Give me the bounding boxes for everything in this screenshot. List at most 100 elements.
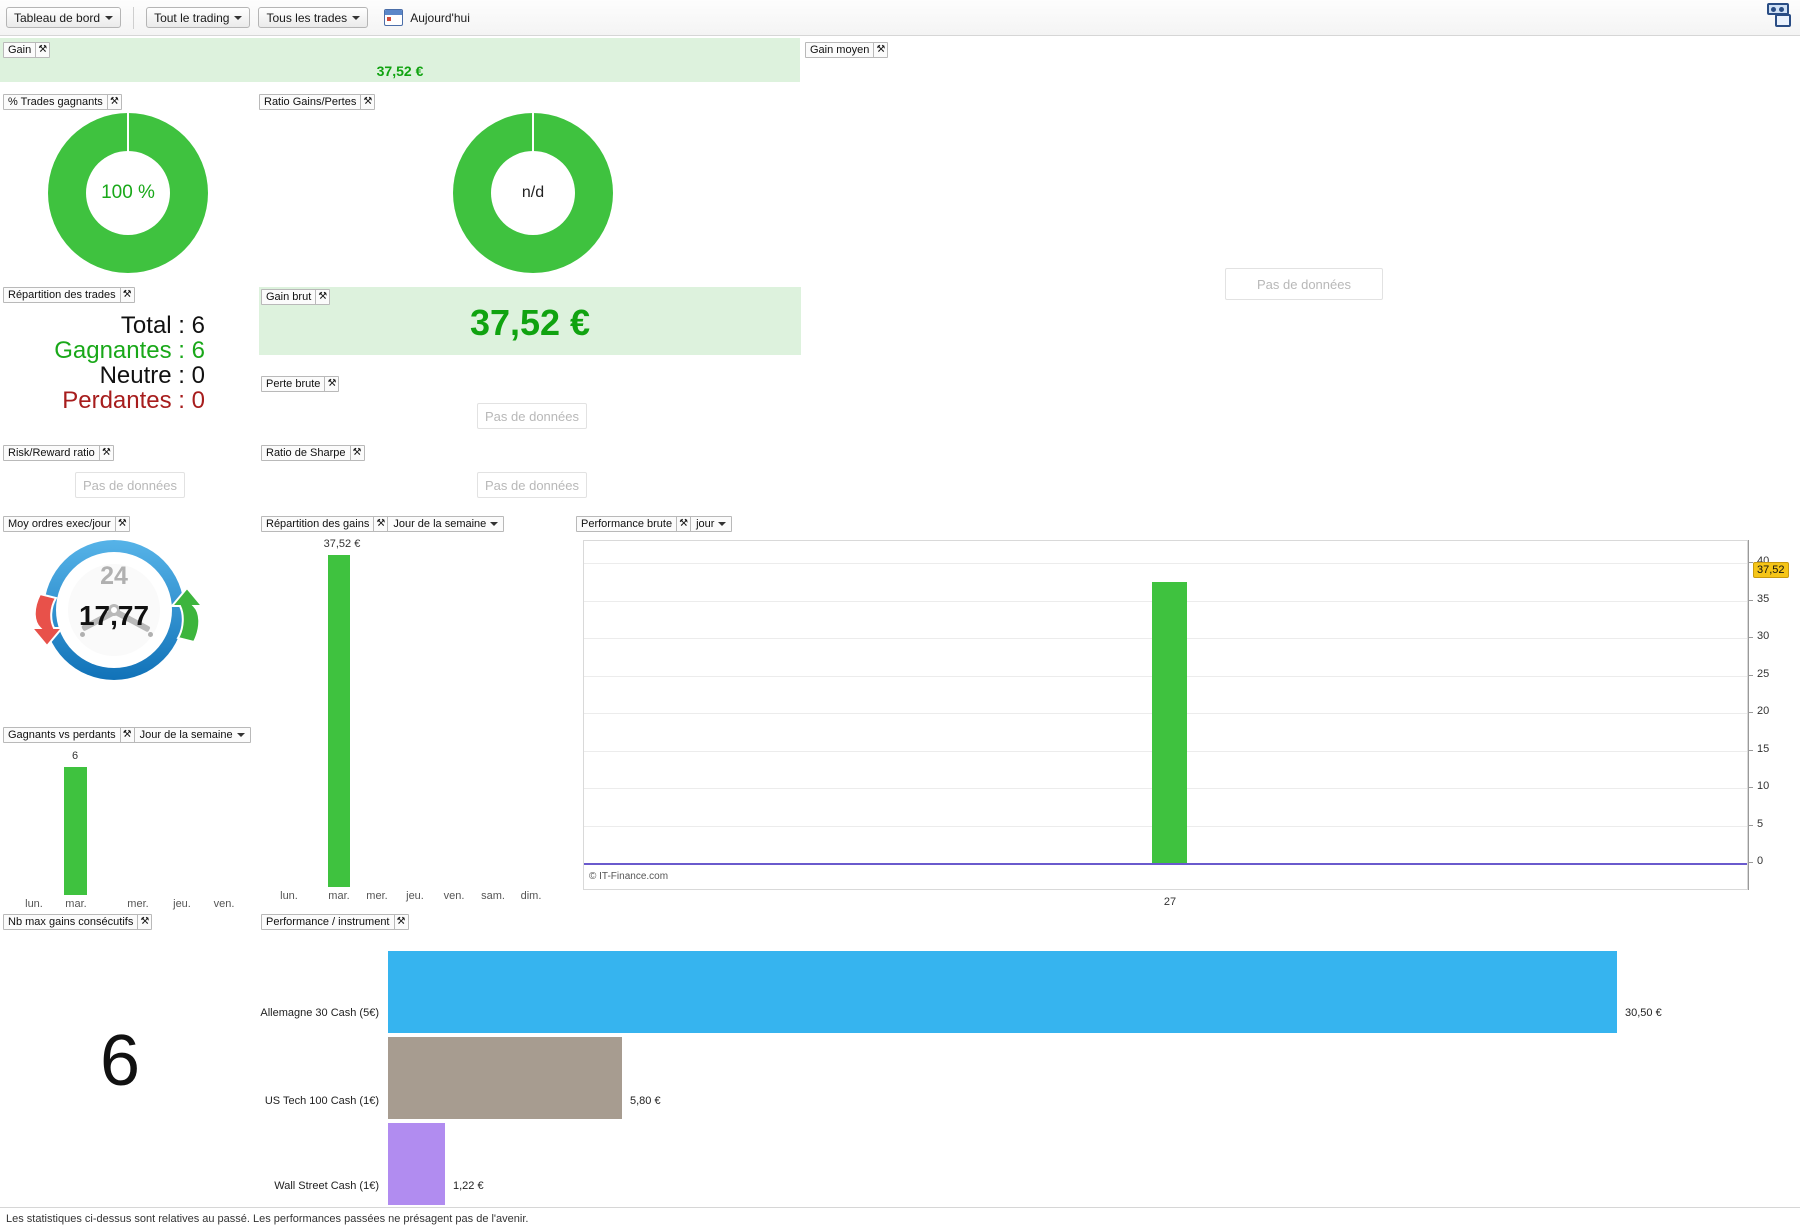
trades-filter-dropdown[interactable]: Tous les trades — [258, 7, 368, 28]
repartition-trades-list: Total : 6 Gagnantes : 6 Neutre : 0 Perda… — [0, 313, 205, 413]
x-tick-jeu: jeu. — [166, 898, 198, 910]
gridline-40 — [584, 563, 1747, 564]
y-tick-25: 25 — [1757, 668, 1769, 680]
risk-reward-no-data-label: Pas de données — [83, 478, 177, 493]
gain-panel: 37,52 € — [0, 38, 800, 82]
gagnants-vs-perdants-settings-icon[interactable]: ⚒ — [120, 728, 134, 742]
y-tick-35: 35 — [1757, 593, 1769, 605]
dashboard-dropdown[interactable]: Tableau de bord — [6, 7, 121, 28]
repartition-perdantes-label: Perdantes — [62, 387, 171, 414]
repartition-gains-panel-header: Répartition des gains ⚒ Jour de la semai… — [261, 516, 504, 532]
x-tick-mer: mer. — [361, 890, 393, 902]
ratio-gains-pertes-settings-icon[interactable]: ⚒ — [360, 95, 374, 109]
sharpe-no-data: Pas de données — [477, 472, 587, 498]
bar-mardi[interactable] — [64, 767, 87, 895]
bar-mardi[interactable] — [328, 555, 350, 887]
gagnants-vs-perdants-title: Gagnants vs perdants — [4, 728, 120, 742]
y-tick-15: 15 — [1757, 743, 1769, 755]
hbar-value-allemagne: 30,50 € — [1625, 1007, 1662, 1019]
layout-settings-icon[interactable] — [1766, 2, 1794, 30]
hbar-wallstreet[interactable] — [388, 1123, 445, 1205]
performance-brute-title: Performance brute — [577, 517, 676, 531]
repartition-row-neutre: Neutre : 0 — [0, 363, 205, 388]
ratio-gains-pertes-title: Ratio Gains/Pertes — [260, 95, 360, 109]
ratio-gains-pertes-value: n/d — [453, 113, 613, 273]
x-tick-ven: ven. — [438, 890, 470, 902]
gain-value: 37,52 € — [0, 63, 800, 79]
trading-filter-label: Tout le trading — [154, 11, 229, 25]
repartition-gains-period-dropdown[interactable]: Jour de la semaine — [387, 517, 503, 531]
moy-ordres-settings-icon[interactable]: ⚒ — [115, 517, 129, 531]
performance-brute-period-dropdown[interactable]: jour — [690, 517, 731, 531]
clock-dot-left — [80, 632, 85, 637]
gain-title: Gain — [4, 43, 35, 57]
repartition-total-value: 6 — [192, 312, 205, 339]
sharpe-no-data-label: Pas de données — [485, 478, 579, 493]
y-tickmark-25 — [1748, 675, 1753, 676]
hbar-ustech[interactable] — [388, 1037, 622, 1119]
hbar-value-wallstreet: 1,22 € — [453, 1180, 484, 1192]
repartition-perdantes-value: 0 — [192, 387, 205, 414]
perte-brute-panel-header: Perte brute ⚒ — [261, 376, 339, 392]
bar-day-27[interactable] — [1152, 582, 1187, 863]
risk-reward-no-data: Pas de données — [75, 472, 185, 498]
gain-brut-settings-icon[interactable]: ⚒ — [315, 290, 329, 304]
repartition-trades-settings-icon[interactable]: ⚒ — [120, 288, 134, 302]
perte-brute-settings-icon[interactable]: ⚒ — [324, 377, 338, 391]
footer-text: Les statistiques ci-dessus sont relative… — [6, 1213, 528, 1225]
trading-filter-dropdown[interactable]: Tout le trading — [146, 7, 250, 28]
performance-brute-settings-icon[interactable]: ⚒ — [676, 517, 690, 531]
calendar-icon — [384, 9, 403, 26]
highlight-value-badge: 37,52 — [1753, 562, 1789, 578]
y-tickmark-5 — [1748, 825, 1753, 826]
repartition-row-perdantes: Perdantes : 0 — [0, 388, 205, 413]
y-tick-20: 20 — [1757, 705, 1769, 717]
pct-winning-settings-icon[interactable]: ⚒ — [107, 95, 121, 109]
gain-moyen-no-data-label: Pas de données — [1257, 277, 1351, 292]
gagnants-vs-perdants-period-dropdown[interactable]: Jour de la semaine — [134, 728, 250, 742]
x-tick-mar: mar. — [323, 890, 355, 902]
moy-ordres-clock-gauge: 24 17,77 — [22, 540, 212, 690]
perte-brute-title: Perte brute — [262, 377, 324, 391]
gain-moyen-title: Gain moyen — [806, 43, 873, 57]
gain-moyen-panel-header: Gain moyen ⚒ — [805, 42, 888, 58]
y-tickmark-10 — [1748, 787, 1753, 788]
repartition-gains-chart: 37,52 € lun. mar. mer. jeu. ven. sam. di… — [259, 534, 549, 904]
repartition-neutre-label: Neutre — [100, 362, 172, 389]
repartition-gagnantes-label: Gagnantes — [54, 337, 171, 364]
today-button[interactable]: Aujourd'hui — [384, 9, 470, 26]
performance-instrument-panel-header: Performance / instrument ⚒ — [261, 914, 409, 930]
chart-copyright: © IT-Finance.com — [589, 871, 668, 882]
toolbar-divider — [133, 7, 134, 29]
sharpe-settings-icon[interactable]: ⚒ — [350, 446, 364, 460]
risk-reward-title: Risk/Reward ratio — [4, 446, 99, 460]
gain-brut-title: Gain brut — [262, 290, 315, 304]
chevron-down-icon — [234, 16, 242, 20]
repartition-gains-period-label: Jour de la semaine — [393, 518, 486, 530]
gain-moyen-settings-icon[interactable]: ⚒ — [873, 43, 887, 57]
repartition-neutre-value: 0 — [192, 362, 205, 389]
risk-reward-settings-icon[interactable]: ⚒ — [99, 446, 113, 460]
repartition-trades-panel-header: Répartition des trades ⚒ — [3, 287, 135, 303]
gain-panel-header: Gain ⚒ — [3, 42, 50, 58]
performance-instrument-settings-icon[interactable]: ⚒ — [394, 915, 408, 929]
hbar-allemagne[interactable] — [388, 951, 1617, 1033]
moy-ordres-panel-header: Moy ordres exec/jour ⚒ — [3, 516, 130, 532]
moy-ordres-title: Moy ordres exec/jour — [4, 517, 115, 531]
repartition-gains-settings-icon[interactable]: ⚒ — [373, 517, 387, 531]
gain-settings-icon[interactable]: ⚒ — [35, 43, 49, 57]
pct-winning-value: 100 % — [48, 113, 208, 273]
moy-ordres-value: 17,77 — [22, 600, 206, 632]
ratio-gains-pertes-panel-header: Ratio Gains/Pertes ⚒ — [259, 94, 375, 110]
nb-max-gains-settings-icon[interactable]: ⚒ — [137, 915, 151, 929]
x-tick-ven: ven. — [208, 898, 240, 910]
performance-brute-period-label: jour — [696, 518, 714, 530]
x-tick-dim: dim. — [515, 890, 547, 902]
bar-data-label: 6 — [60, 750, 90, 762]
ratio-gains-pertes-donut: n/d — [453, 113, 613, 273]
perte-brute-no-data: Pas de données — [477, 403, 587, 429]
hbar-value-ustech: 5,80 € — [630, 1095, 661, 1107]
chevron-down-icon — [352, 16, 360, 20]
perte-brute-no-data-label: Pas de données — [485, 409, 579, 424]
chevron-down-icon — [105, 16, 113, 20]
